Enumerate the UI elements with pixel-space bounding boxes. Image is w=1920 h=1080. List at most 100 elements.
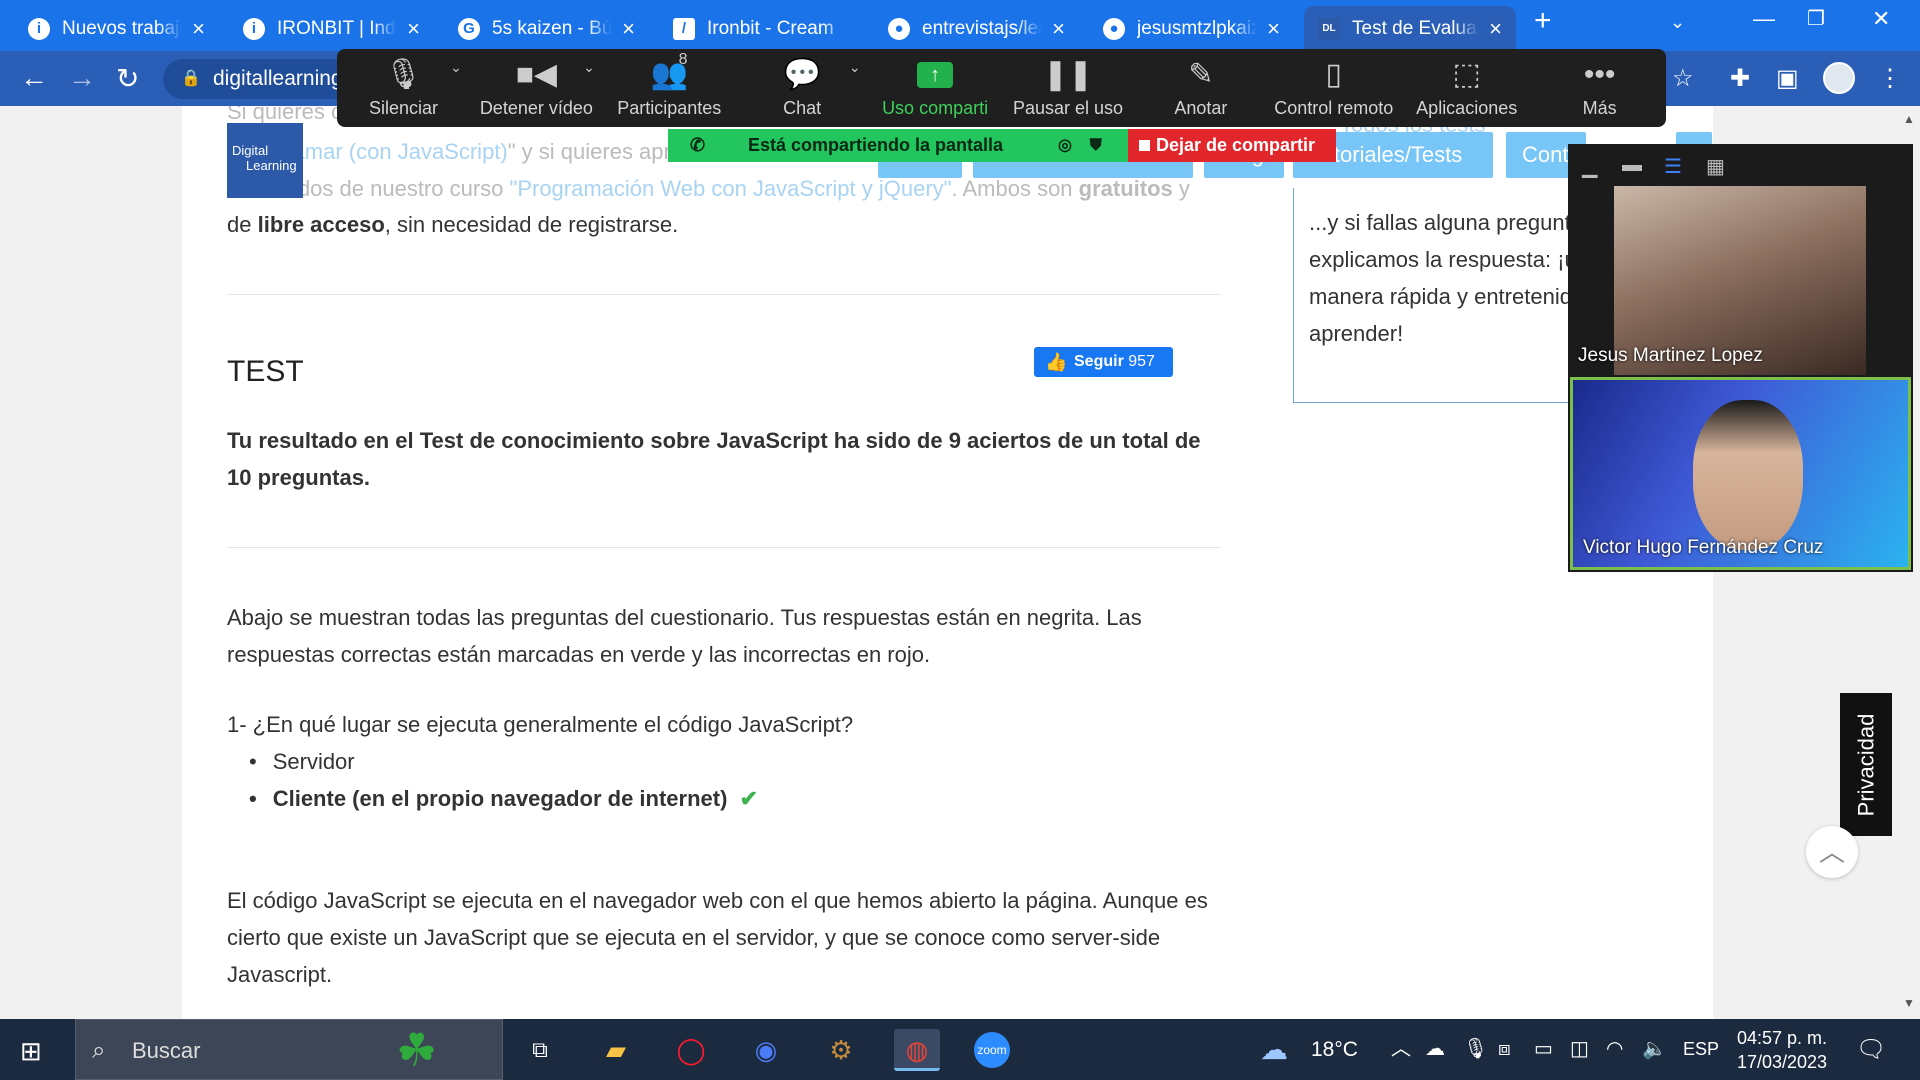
intro-line-2-bold: gratuitos bbox=[1078, 176, 1173, 201]
follow-count: 957 bbox=[1128, 353, 1155, 370]
minimize-button[interactable]: — bbox=[1753, 6, 1775, 32]
notifications-icon[interactable]: 🗨 bbox=[1856, 1019, 1886, 1080]
participant-video-tile-active[interactable]: Victor Hugo Fernández Cruz bbox=[1570, 377, 1911, 570]
zoom-remote-control-button[interactable]: ▯ Control remoto bbox=[1267, 49, 1400, 127]
address-url: digitallearning bbox=[213, 67, 343, 90]
participant-video-tile[interactable]: Jesus Martinez Lopez bbox=[1568, 186, 1913, 375]
search-icon: ⌕ bbox=[92, 1037, 106, 1064]
clock-date: 17/03/2023 bbox=[1736, 1052, 1828, 1072]
avatar[interactable] bbox=[1823, 62, 1855, 94]
divider bbox=[227, 294, 1221, 295]
facebook-follow-button[interactable]: 👍 Seguir 957 bbox=[1034, 347, 1173, 377]
app-gear-icon[interactable]: ⚙ bbox=[818, 1029, 864, 1071]
browser-tab[interactable]: i IRONBIT | Inde × bbox=[229, 6, 434, 51]
zoom-more-button[interactable]: ••• Más bbox=[1533, 49, 1666, 127]
bookmark-star-icon[interactable]: ☆ bbox=[1672, 64, 1694, 93]
sidebar-text: ...y si fallas alguna pregunt bbox=[1309, 210, 1571, 235]
question-1: 1- ¿En qué lugar se ejecuta generalmente… bbox=[227, 712, 854, 737]
screen-capture-icon[interactable]: ⧈ bbox=[1498, 1019, 1511, 1080]
zoom-mute-button[interactable]: 🎙 Silenciar ⌄ bbox=[337, 49, 470, 127]
volume-icon[interactable]: 🔈 bbox=[1642, 1019, 1667, 1080]
clock-time: 04:57 p. m. bbox=[1736, 1028, 1828, 1048]
clover-icon: ☘ bbox=[396, 1024, 438, 1076]
browser-tab[interactable]: ● jesusmtzlpkaiz × bbox=[1089, 6, 1294, 51]
scroll-up-arrow-icon[interactable]: ▲ bbox=[1903, 112, 1915, 126]
restore-button[interactable]: ❐ bbox=[1807, 6, 1825, 31]
speaker-view-icon[interactable]: ▬ bbox=[1622, 154, 1642, 177]
close-icon[interactable]: × bbox=[1052, 17, 1065, 40]
zoom-icon[interactable]: zoom bbox=[969, 1029, 1015, 1071]
browser-tab[interactable]: ● entrevistajs/lea × bbox=[874, 6, 1079, 51]
zoom-participants-button[interactable]: 👥 8 Participantes bbox=[603, 49, 736, 127]
test-heading: TEST bbox=[227, 355, 304, 388]
close-icon[interactable]: × bbox=[407, 17, 420, 40]
zoom-annotate-button[interactable]: ✎ Anotar bbox=[1134, 49, 1267, 127]
zoom-share-button[interactable]: ↑ Uso comparti bbox=[869, 49, 1002, 127]
close-icon[interactable]: × bbox=[1489, 17, 1502, 40]
firefox-icon[interactable]: ◉ bbox=[743, 1029, 789, 1071]
course-link-jquery[interactable]: "Programación Web con JavaScript y jQuer… bbox=[510, 176, 952, 201]
close-icon[interactable]: × bbox=[1267, 17, 1280, 40]
privacy-label: Privacidad bbox=[1853, 713, 1878, 816]
extensions-icon[interactable]: ✚ bbox=[1730, 64, 1750, 93]
zoom-chat-button[interactable]: 💬 Chat ⌄ bbox=[736, 49, 869, 127]
bullet-icon: • bbox=[249, 749, 257, 774]
windows-start-icon[interactable]: ⊞ bbox=[20, 1036, 42, 1067]
video-panel: ▁ ▬ ☰ ▦ Jesus Martinez Lopez Victor Hugo… bbox=[1568, 144, 1913, 572]
show-hidden-icons[interactable]: ︿ bbox=[1391, 1019, 1411, 1080]
scroll-down-arrow-icon[interactable]: ▼ bbox=[1903, 996, 1915, 1010]
github-icon: ● bbox=[1103, 17, 1125, 40]
weather-icon[interactable]: ☁ bbox=[1260, 1019, 1288, 1080]
zoom-label: Control remoto bbox=[1274, 98, 1394, 118]
chrome-icon[interactable]: ◍ bbox=[894, 1029, 940, 1071]
back-button[interactable]: ← bbox=[20, 62, 48, 94]
browser-tab-strip: i Nuevos trabajo × i IRONBIT | Inde × G … bbox=[0, 0, 1920, 51]
browser-tab[interactable]: i Nuevos trabajo × bbox=[14, 6, 219, 51]
tab-title: Test de Evaluac bbox=[1352, 17, 1480, 39]
microphone-icon[interactable]: 🎙 bbox=[1463, 1019, 1488, 1080]
zoom-apps-button[interactable]: ⬚ Aplicaciones bbox=[1400, 49, 1533, 127]
opera-icon[interactable]: ◯ bbox=[668, 1029, 714, 1071]
site-logo[interactable]: Digital Learning bbox=[227, 123, 303, 198]
scroll-to-top-button[interactable]: ︿ bbox=[1806, 826, 1858, 878]
battery-icon[interactable]: ▭ bbox=[1534, 1019, 1553, 1080]
close-icon[interactable]: × bbox=[622, 17, 635, 40]
task-view-icon[interactable]: ⧉ bbox=[517, 1029, 563, 1071]
gallery-view-icon[interactable]: ▦ bbox=[1706, 154, 1725, 179]
privacy-button[interactable]: Privacidad bbox=[1840, 693, 1892, 836]
zoom-label: Chat bbox=[783, 98, 822, 118]
chevron-down-icon[interactable]: ⌄ bbox=[849, 59, 861, 76]
tab-search-chevron-icon[interactable]: ⌄ bbox=[1670, 12, 1685, 33]
reload-button[interactable]: ↻ bbox=[116, 62, 139, 95]
zoom-video-button[interactable]: ■◀ Detener vídeo ⌄ bbox=[470, 49, 603, 127]
browser-tab-active[interactable]: DL Test de Evaluac × bbox=[1304, 6, 1516, 51]
weather-temp[interactable]: 18°C bbox=[1311, 1019, 1358, 1080]
browser-tab[interactable]: / Ironbit - Cream bbox=[659, 6, 864, 51]
file-explorer-icon[interactable]: ▰ bbox=[593, 1029, 639, 1071]
wifi-icon[interactable]: ◠ bbox=[1606, 1019, 1623, 1080]
forward-button[interactable]: → bbox=[68, 62, 96, 94]
taskbar-clock[interactable]: 04:57 p. m. 17/03/2023 bbox=[1732, 1026, 1832, 1074]
onedrive-icon[interactable]: ☁ bbox=[1425, 1019, 1445, 1080]
device-icon[interactable]: ◫ bbox=[1570, 1019, 1589, 1080]
share-screen-icon: ↑ bbox=[917, 62, 954, 88]
menu-icon[interactable]: ⋮ bbox=[1878, 64, 1902, 93]
taskbar-search-input[interactable]: ⌕ Buscar ☘ bbox=[75, 1019, 503, 1080]
sharing-status-bar[interactable]: ✆ Está compartiendo la pantalla ◎ ⛊ bbox=[668, 129, 1128, 162]
camera-icon: ■◀ bbox=[515, 58, 557, 91]
new-tab-button[interactable]: + bbox=[1534, 4, 1552, 38]
intro-line-1-text: " y si quieres apre bbox=[507, 139, 684, 164]
chevron-down-icon[interactable]: ⌄ bbox=[450, 59, 462, 76]
stack-view-icon[interactable]: ☰ bbox=[1664, 154, 1682, 179]
course-link[interactable]: gramar (con JavaScript) bbox=[273, 139, 508, 164]
minimize-video-icon[interactable]: ▁ bbox=[1582, 154, 1597, 179]
close-icon[interactable]: × bbox=[192, 17, 205, 40]
answer-explanation-2: cierto que existe un JavaScript que se e… bbox=[227, 925, 1161, 950]
browser-tab[interactable]: G 5s kaizen - Bús × bbox=[444, 6, 649, 51]
stop-sharing-button[interactable]: Dejar de compartir bbox=[1128, 129, 1336, 162]
close-window-button[interactable]: ✕ bbox=[1872, 6, 1890, 32]
zoom-pause-share-button[interactable]: ❚❚ Pausar el uso bbox=[1002, 49, 1135, 127]
language-indicator[interactable]: ESP bbox=[1683, 1019, 1719, 1080]
side-panel-icon[interactable]: ▣ bbox=[1776, 64, 1799, 93]
chevron-down-icon[interactable]: ⌄ bbox=[583, 59, 595, 76]
